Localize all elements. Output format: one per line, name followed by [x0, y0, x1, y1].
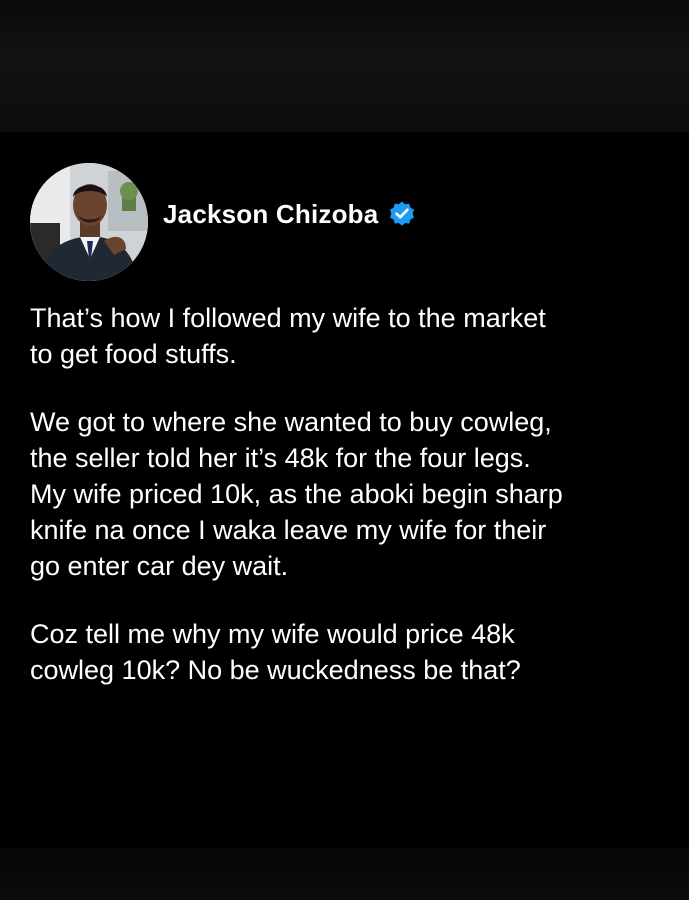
avatar[interactable]	[30, 163, 148, 281]
post-paragraph-1: That’s how I followed my wife to the mar…	[30, 303, 546, 369]
profile-photo	[30, 163, 148, 281]
verified-check-icon	[388, 200, 416, 228]
blurred-bottom-band	[0, 848, 689, 900]
post-body: That’s how I followed my wife to the mar…	[30, 300, 670, 720]
post-paragraph-2: We got to where she wanted to buy cowleg…	[30, 407, 563, 581]
post-paragraph-3: Coz tell me why my wife would price 48k …	[30, 619, 521, 685]
author-name[interactable]: Jackson Chizoba	[163, 199, 378, 230]
blurred-top-band	[0, 0, 689, 132]
author-row: Jackson Chizoba	[163, 194, 416, 234]
post-card: Jackson Chizoba That’s how I followed my…	[0, 132, 689, 848]
